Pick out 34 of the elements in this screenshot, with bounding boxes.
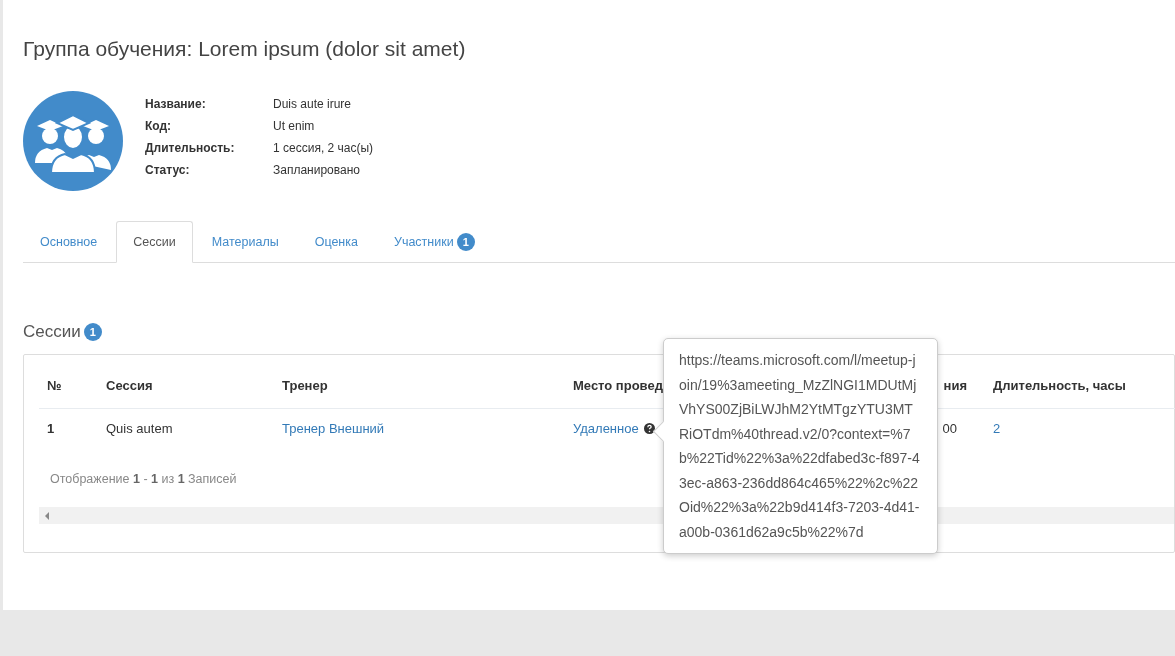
column-header: Сессия [106, 377, 153, 393]
column-header: Тренер [282, 377, 328, 393]
column-header: Место провед [573, 377, 663, 393]
tab[interactable]: Участники 1 [376, 221, 492, 263]
records-summary: Отображение 1 - 1 из 1 Записей [50, 472, 237, 488]
table-link[interactable]: Тренер Внешний [282, 420, 385, 436]
column-header: ния [943, 377, 967, 393]
detail-value: Ut enim [273, 119, 315, 133]
table-cell: 00 [942, 420, 957, 436]
table-link[interactable]: Удаленное [573, 420, 639, 436]
detail-value: 1 сессия, 2 час(ы) [273, 141, 374, 155]
tab[interactable]: Сессии [116, 221, 193, 263]
tab[interactable]: Материалы [194, 221, 296, 263]
scroll-left-icon[interactable] [45, 511, 49, 520]
count-badge: 1 [456, 233, 475, 251]
tooltip-text: https://teams.microsoft.com/l/meetup-join/19%3ameeting_MzZlNGI1MDUtMjVhYS00ZjBiLWJhM2YtMTgzYTU3MTRiOTdm%40thread.v2/0?context=%7b%22Tid%22%3a%22dfabed3c-f897-43ec-a863-236dd864c465%22%2c%22Oid%22%3a%22b9d414f3-7203-4d41-a00b-0361d62a9c5b%22%7d [679, 351, 921, 542]
help-icon[interactable] [643, 422, 655, 434]
table-link[interactable]: 2 [993, 420, 1001, 436]
detail-label: Название: [145, 97, 207, 111]
group-avatar-icon [23, 91, 123, 191]
detail-label: Длительность: [145, 141, 236, 155]
page-title: Группа обучения: Lorem ipsum (dolor sit amet) [23, 36, 467, 62]
column-header: Длительность, часы [993, 377, 1126, 393]
table-cell: Quis autem [106, 420, 173, 436]
detail-label: Статус: [145, 163, 191, 177]
detail-label: Код: [145, 119, 173, 133]
tab[interactable]: Основное [23, 221, 115, 263]
column-header: № [47, 377, 62, 393]
detail-value: Запланировано [273, 163, 360, 177]
detail-value: Duis aute irure [273, 97, 352, 111]
tab[interactable]: Оценка [297, 221, 375, 263]
table-cell: 1 [47, 420, 55, 436]
count-badge: 1 [83, 323, 102, 341]
section-title: Сессии [23, 322, 81, 342]
